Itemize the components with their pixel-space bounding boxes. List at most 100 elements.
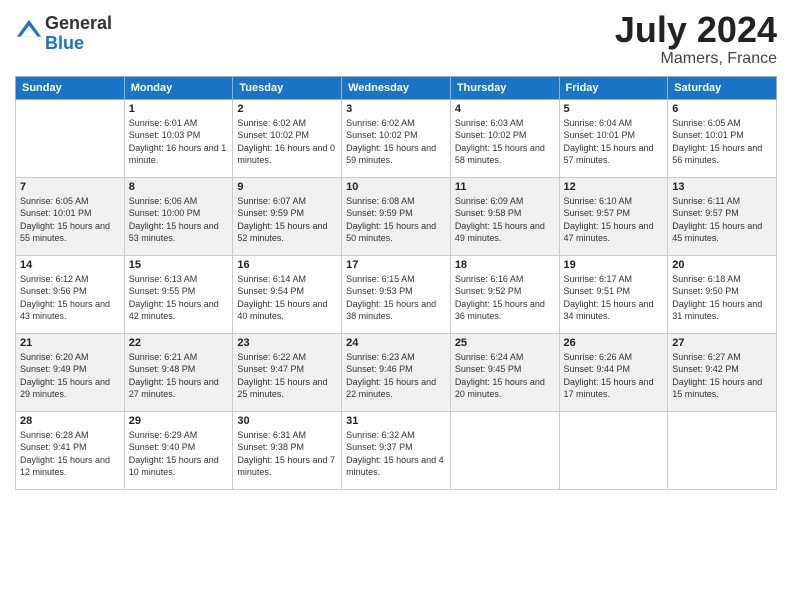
- calendar-week-row: 14 Sunrise: 6:12 AMSunset: 9:56 PMDaylig…: [16, 255, 777, 333]
- table-row: 21 Sunrise: 6:20 AMSunset: 9:49 PMDaylig…: [16, 333, 125, 411]
- table-row: [559, 411, 668, 489]
- day-number: 8: [129, 181, 229, 193]
- table-row: 4 Sunrise: 6:03 AMSunset: 10:02 PMDaylig…: [450, 99, 559, 177]
- table-row: [16, 99, 125, 177]
- day-number: 18: [455, 259, 555, 271]
- table-row: 15 Sunrise: 6:13 AMSunset: 9:55 PMDaylig…: [124, 255, 233, 333]
- col-friday: Friday: [559, 76, 668, 99]
- day-number: 28: [20, 415, 120, 427]
- table-row: 2 Sunrise: 6:02 AMSunset: 10:02 PMDaylig…: [233, 99, 342, 177]
- col-saturday: Saturday: [668, 76, 777, 99]
- table-row: 22 Sunrise: 6:21 AMSunset: 9:48 PMDaylig…: [124, 333, 233, 411]
- table-row: 24 Sunrise: 6:23 AMSunset: 9:46 PMDaylig…: [342, 333, 451, 411]
- day-number: 7: [20, 181, 120, 193]
- page: General Blue July 2024 Mamers, France Su…: [0, 0, 792, 612]
- table-row: 28 Sunrise: 6:28 AMSunset: 9:41 PMDaylig…: [16, 411, 125, 489]
- table-row: 14 Sunrise: 6:12 AMSunset: 9:56 PMDaylig…: [16, 255, 125, 333]
- calendar-week-row: 1 Sunrise: 6:01 AMSunset: 10:03 PMDaylig…: [16, 99, 777, 177]
- day-info: Sunrise: 6:04 AMSunset: 10:01 PMDaylight…: [564, 117, 664, 167]
- day-info: Sunrise: 6:07 AMSunset: 9:59 PMDaylight:…: [237, 195, 337, 245]
- logo-blue-text: Blue: [45, 34, 112, 54]
- day-number: 16: [237, 259, 337, 271]
- day-number: 31: [346, 415, 446, 427]
- logo-icon: [15, 18, 43, 46]
- day-number: 13: [672, 181, 772, 193]
- table-row: 31 Sunrise: 6:32 AMSunset: 9:37 PMDaylig…: [342, 411, 451, 489]
- day-number: 4: [455, 103, 555, 115]
- table-row: 26 Sunrise: 6:26 AMSunset: 9:44 PMDaylig…: [559, 333, 668, 411]
- table-row: 17 Sunrise: 6:15 AMSunset: 9:53 PMDaylig…: [342, 255, 451, 333]
- day-number: 6: [672, 103, 772, 115]
- day-number: 12: [564, 181, 664, 193]
- month-year: July 2024: [615, 10, 777, 50]
- day-info: Sunrise: 6:03 AMSunset: 10:02 PMDaylight…: [455, 117, 555, 167]
- day-number: 25: [455, 337, 555, 349]
- col-wednesday: Wednesday: [342, 76, 451, 99]
- table-row: 23 Sunrise: 6:22 AMSunset: 9:47 PMDaylig…: [233, 333, 342, 411]
- day-info: Sunrise: 6:24 AMSunset: 9:45 PMDaylight:…: [455, 351, 555, 401]
- day-info: Sunrise: 6:09 AMSunset: 9:58 PMDaylight:…: [455, 195, 555, 245]
- day-info: Sunrise: 6:21 AMSunset: 9:48 PMDaylight:…: [129, 351, 229, 401]
- day-info: Sunrise: 6:28 AMSunset: 9:41 PMDaylight:…: [20, 429, 120, 479]
- day-number: 14: [20, 259, 120, 271]
- day-info: Sunrise: 6:17 AMSunset: 9:51 PMDaylight:…: [564, 273, 664, 323]
- table-row: 3 Sunrise: 6:02 AMSunset: 10:02 PMDaylig…: [342, 99, 451, 177]
- table-row: [450, 411, 559, 489]
- day-info: Sunrise: 6:08 AMSunset: 9:59 PMDaylight:…: [346, 195, 446, 245]
- day-info: Sunrise: 6:32 AMSunset: 9:37 PMDaylight:…: [346, 429, 446, 479]
- day-number: 26: [564, 337, 664, 349]
- day-info: Sunrise: 6:26 AMSunset: 9:44 PMDaylight:…: [564, 351, 664, 401]
- col-thursday: Thursday: [450, 76, 559, 99]
- table-row: 10 Sunrise: 6:08 AMSunset: 9:59 PMDaylig…: [342, 177, 451, 255]
- day-info: Sunrise: 6:06 AMSunset: 10:00 PMDaylight…: [129, 195, 229, 245]
- table-row: 5 Sunrise: 6:04 AMSunset: 10:01 PMDaylig…: [559, 99, 668, 177]
- table-row: 18 Sunrise: 6:16 AMSunset: 9:52 PMDaylig…: [450, 255, 559, 333]
- day-number: 9: [237, 181, 337, 193]
- calendar-week-row: 28 Sunrise: 6:28 AMSunset: 9:41 PMDaylig…: [16, 411, 777, 489]
- day-number: 1: [129, 103, 229, 115]
- table-row: 12 Sunrise: 6:10 AMSunset: 9:57 PMDaylig…: [559, 177, 668, 255]
- col-sunday: Sunday: [16, 76, 125, 99]
- table-row: 20 Sunrise: 6:18 AMSunset: 9:50 PMDaylig…: [668, 255, 777, 333]
- table-row: 9 Sunrise: 6:07 AMSunset: 9:59 PMDayligh…: [233, 177, 342, 255]
- day-number: 30: [237, 415, 337, 427]
- day-number: 2: [237, 103, 337, 115]
- day-number: 17: [346, 259, 446, 271]
- table-row: [668, 411, 777, 489]
- day-info: Sunrise: 6:31 AMSunset: 9:38 PMDaylight:…: [237, 429, 337, 479]
- table-row: 29 Sunrise: 6:29 AMSunset: 9:40 PMDaylig…: [124, 411, 233, 489]
- day-info: Sunrise: 6:05 AMSunset: 10:01 PMDaylight…: [20, 195, 120, 245]
- day-info: Sunrise: 6:05 AMSunset: 10:01 PMDaylight…: [672, 117, 772, 167]
- day-info: Sunrise: 6:20 AMSunset: 9:49 PMDaylight:…: [20, 351, 120, 401]
- day-info: Sunrise: 6:27 AMSunset: 9:42 PMDaylight:…: [672, 351, 772, 401]
- day-info: Sunrise: 6:23 AMSunset: 9:46 PMDaylight:…: [346, 351, 446, 401]
- day-number: 5: [564, 103, 664, 115]
- day-info: Sunrise: 6:11 AMSunset: 9:57 PMDaylight:…: [672, 195, 772, 245]
- location: Mamers, France: [615, 50, 777, 68]
- day-number: 23: [237, 337, 337, 349]
- logo-text: General Blue: [45, 14, 112, 54]
- logo-general-text: General: [45, 14, 112, 34]
- day-number: 27: [672, 337, 772, 349]
- table-row: 7 Sunrise: 6:05 AMSunset: 10:01 PMDaylig…: [16, 177, 125, 255]
- day-info: Sunrise: 6:29 AMSunset: 9:40 PMDaylight:…: [129, 429, 229, 479]
- day-info: Sunrise: 6:12 AMSunset: 9:56 PMDaylight:…: [20, 273, 120, 323]
- table-row: 25 Sunrise: 6:24 AMSunset: 9:45 PMDaylig…: [450, 333, 559, 411]
- col-monday: Monday: [124, 76, 233, 99]
- day-info: Sunrise: 6:02 AMSunset: 10:02 PMDaylight…: [346, 117, 446, 167]
- day-number: 20: [672, 259, 772, 271]
- header: General Blue July 2024 Mamers, France: [15, 10, 777, 68]
- day-number: 24: [346, 337, 446, 349]
- day-info: Sunrise: 6:14 AMSunset: 9:54 PMDaylight:…: [237, 273, 337, 323]
- day-info: Sunrise: 6:01 AMSunset: 10:03 PMDaylight…: [129, 117, 229, 167]
- day-number: 11: [455, 181, 555, 193]
- table-row: 6 Sunrise: 6:05 AMSunset: 10:01 PMDaylig…: [668, 99, 777, 177]
- table-row: 11 Sunrise: 6:09 AMSunset: 9:58 PMDaylig…: [450, 177, 559, 255]
- calendar-week-row: 7 Sunrise: 6:05 AMSunset: 10:01 PMDaylig…: [16, 177, 777, 255]
- logo: General Blue: [15, 14, 112, 54]
- title-block: July 2024 Mamers, France: [615, 10, 777, 68]
- day-number: 19: [564, 259, 664, 271]
- day-info: Sunrise: 6:02 AMSunset: 10:02 PMDaylight…: [237, 117, 337, 167]
- day-number: 29: [129, 415, 229, 427]
- table-row: 19 Sunrise: 6:17 AMSunset: 9:51 PMDaylig…: [559, 255, 668, 333]
